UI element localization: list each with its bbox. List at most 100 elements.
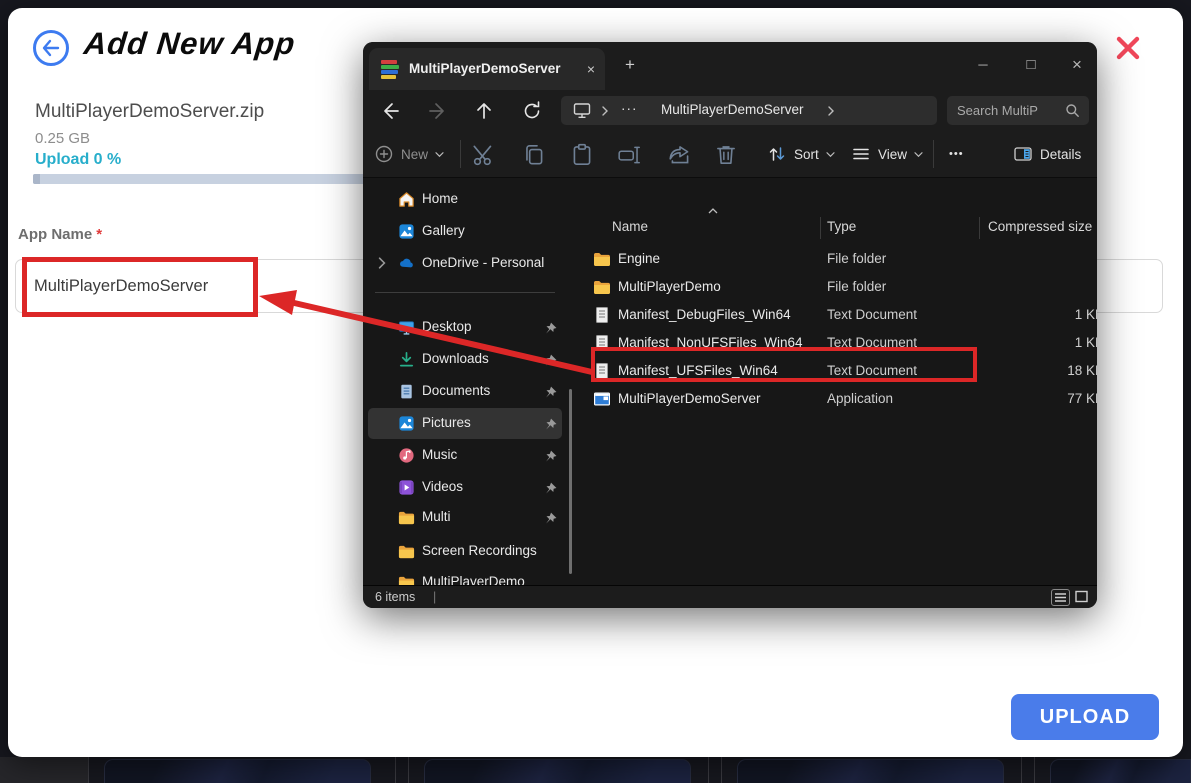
chevron-right-icon <box>827 106 835 116</box>
page-background: Add New App MultiPlayerDemoServer.zip 0.… <box>0 0 1191 783</box>
breadcrumb-ellipsis[interactable]: ··· <box>621 101 638 116</box>
background-sidebar-strip <box>0 757 88 783</box>
file-row-manifest-ufsfiles[interactable]: Manifest_UFSFiles_Win64 Text Document 18… <box>585 357 1097 385</box>
sort-ascending-icon <box>708 207 718 215</box>
pin-icon <box>544 385 557 398</box>
refresh-icon[interactable] <box>519 98 545 124</box>
divider <box>1034 757 1035 783</box>
new-button[interactable]: New <box>374 136 444 172</box>
breadcrumb[interactable]: ··· MultiPlayerDemoServer <box>561 96 937 125</box>
share-icon[interactable] <box>667 142 693 168</box>
onedrive-icon <box>398 255 415 272</box>
divider[interactable] <box>820 217 821 239</box>
explorer-statusbar: 6 items | <box>363 585 1097 608</box>
pin-icon <box>544 321 557 334</box>
folder-icon <box>398 543 415 560</box>
ellipsis-icon: ••• <box>949 148 964 160</box>
rename-icon[interactable] <box>617 142 643 168</box>
documents-icon <box>398 383 415 400</box>
nav-forward-icon[interactable] <box>425 98 451 124</box>
search-icon <box>1065 103 1080 118</box>
divider <box>408 757 409 783</box>
divider <box>395 757 396 783</box>
file-row-manifest-debugfiles[interactable]: Manifest_DebugFiles_Win64 Text Document … <box>585 301 1097 329</box>
list-view-icon <box>1052 590 1069 605</box>
explorer-titlebar[interactable]: MultiPlayerDemoServer × + ─ □ × <box>363 42 1097 90</box>
nav-up-icon[interactable] <box>471 98 497 124</box>
folder-icon <box>593 278 611 296</box>
file-row-engine[interactable]: Engine File folder <box>585 245 1097 273</box>
pin-icon <box>544 511 557 524</box>
pin-icon <box>544 449 557 462</box>
sidebar-scrollbar[interactable] <box>569 389 572 574</box>
nav-back-icon[interactable] <box>377 98 403 124</box>
details-pane-icon <box>1013 144 1033 164</box>
folder-icon <box>593 250 611 268</box>
search-box[interactable] <box>947 96 1089 125</box>
details-button[interactable]: Details <box>1013 136 1081 172</box>
file-row-multiplayerdemoserver[interactable]: MultiPlayerDemoServer Application 77 KB <box>585 385 1097 413</box>
sidebar-item-music[interactable]: Music <box>368 440 562 471</box>
divider <box>88 757 89 783</box>
sidebar-item-pictures[interactable]: Pictures <box>368 408 562 439</box>
sort-button[interactable]: Sort <box>767 136 835 172</box>
chevron-down-icon <box>914 151 923 158</box>
background-card <box>737 759 1004 783</box>
explorer-tab[interactable]: MultiPlayerDemoServer × <box>369 48 605 90</box>
chevron-right-icon <box>601 106 609 116</box>
search-input[interactable] <box>957 97 1059 123</box>
breadcrumb-folder[interactable]: MultiPlayerDemoServer <box>661 102 804 117</box>
sidebar-item-home[interactable]: Home <box>368 184 562 215</box>
app-name-label: App Name* <box>18 226 102 243</box>
new-tab-button[interactable]: + <box>619 54 641 76</box>
file-explorer-window: MultiPlayerDemoServer × + ─ □ × <box>363 42 1097 608</box>
sidebar-item-onedrive[interactable]: OneDrive - Personal <box>368 248 562 279</box>
items-count: 6 items <box>375 590 415 604</box>
window-close-button[interactable]: × <box>1057 50 1097 80</box>
tab-close-icon[interactable]: × <box>581 59 601 79</box>
large-icons-view-toggle[interactable] <box>1073 589 1092 606</box>
tab-title: MultiPlayerDemoServer <box>409 61 561 76</box>
column-header-type[interactable]: Type <box>827 219 856 234</box>
maximize-button[interactable]: □ <box>1011 50 1051 80</box>
back-arrow-icon <box>41 39 61 57</box>
sidebar-item-gallery[interactable]: Gallery <box>368 216 562 247</box>
view-button[interactable]: View <box>851 136 923 172</box>
divider[interactable] <box>979 217 980 239</box>
file-row-manifest-nonufsfiles[interactable]: Manifest_NonUFSFiles_Win64 Text Document… <box>585 329 1097 357</box>
sidebar-item-videos[interactable]: Videos <box>368 472 562 503</box>
upload-filename: MultiPlayerDemoServer.zip <box>35 101 264 123</box>
sidebar-item-documents[interactable]: Documents <box>368 376 562 407</box>
column-header-compressed-size[interactable]: Compressed size <box>988 219 1092 234</box>
file-row-multiplayerdemo[interactable]: MultiPlayerDemo File folder <box>585 273 1097 301</box>
page-title: Add New App <box>82 26 297 62</box>
column-header-name[interactable]: Name <box>612 219 648 234</box>
cut-icon[interactable] <box>471 142 497 168</box>
divider <box>1021 757 1022 783</box>
divider <box>375 292 555 293</box>
paste-icon[interactable] <box>569 142 595 168</box>
divider <box>708 757 709 783</box>
upload-filesize: 0.25 GB <box>35 130 90 147</box>
explorer-toolbar: New <box>363 130 1097 178</box>
background-card <box>424 759 691 783</box>
chevron-down-icon <box>826 151 835 158</box>
sidebar-item-downloads[interactable]: Downloads <box>368 344 562 375</box>
upload-button[interactable]: UPLOAD <box>1011 694 1159 740</box>
delete-icon[interactable] <box>713 142 739 168</box>
desktop-icon <box>398 319 415 336</box>
sidebar-item-screen-recordings[interactable]: Screen Recordings <box>368 536 562 567</box>
videos-icon <box>398 479 415 496</box>
text-document-icon <box>593 306 611 324</box>
close-modal-button[interactable] <box>1110 30 1146 66</box>
sidebar-item-multi[interactable]: Multi <box>368 502 562 533</box>
copy-icon[interactable] <box>521 142 547 168</box>
details-view-toggle[interactable] <box>1051 589 1070 606</box>
divider <box>933 140 934 168</box>
more-options-button[interactable]: ••• <box>949 136 964 172</box>
required-asterisk: * <box>96 226 102 243</box>
minimize-button[interactable]: ─ <box>963 50 1003 80</box>
folder-icon <box>398 509 415 526</box>
back-button[interactable] <box>33 30 69 66</box>
sidebar-item-desktop[interactable]: Desktop <box>368 312 562 343</box>
